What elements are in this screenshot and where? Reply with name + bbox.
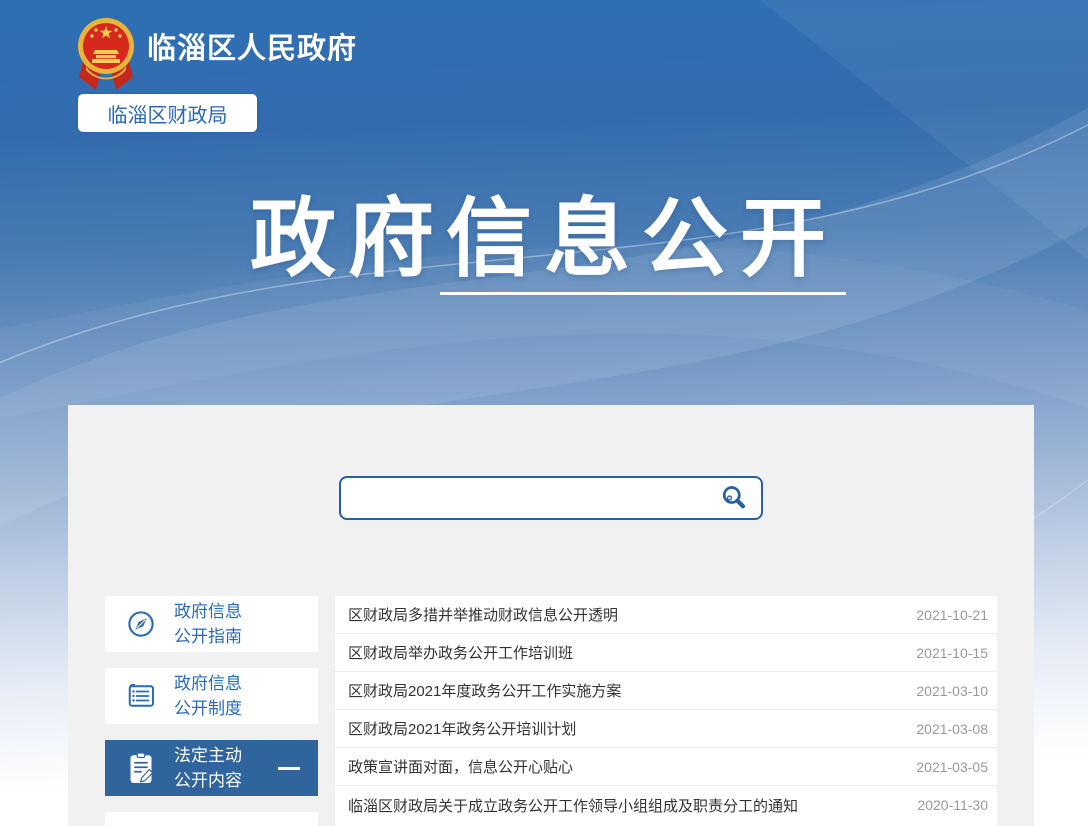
search-box[interactable] <box>339 476 763 520</box>
news-date: 2020-11-30 <box>917 797 988 813</box>
main-content: 政府信息 公开指南 政府信息 公开制度 法定主动 公开内容 区财政局多措并举推动… <box>68 596 1034 826</box>
search-icon <box>722 486 746 509</box>
news-title: 区财政局2021年度政务公开工作实施方案 <box>348 683 622 700</box>
page-title: 政府信息公开 <box>250 191 838 287</box>
news-row[interactable]: 政策宣讲面对面，信息公开心贴心 2021-03-05 <box>335 748 997 786</box>
sidebar-item-label: 法定主动 公开内容 <box>174 746 242 790</box>
national-emblem-icon <box>78 18 134 90</box>
rulebook-icon <box>128 683 154 707</box>
clipboard-icon <box>130 752 154 783</box>
news-list: 区财政局多措并举推动财政信息公开透明 2021-10-21 区财政局举办政务公开… <box>335 596 997 826</box>
news-row[interactable]: 区财政局举办政务公开工作培训班 2021-10-15 <box>335 634 997 672</box>
news-title: 区财政局举办政务公开工作培训班 <box>348 645 574 662</box>
collapse-minus-icon[interactable] <box>278 767 300 770</box>
news-date: 2021-10-15 <box>916 644 988 661</box>
sidebar-item-label: 政府信息 公开制度 <box>174 674 242 718</box>
sidebar-item-statutory-disclosure[interactable]: 法定主动 公开内容 <box>105 740 318 796</box>
sidebar-nav: 政府信息 公开指南 政府信息 公开制度 法定主动 公开内容 <box>105 596 318 826</box>
news-date: 2021-10-21 <box>916 606 988 623</box>
department-name: 临淄区财政局 <box>107 104 228 127</box>
news-date: 2021-03-10 <box>916 682 988 699</box>
sidebar-item-disclosure-guide[interactable]: 政府信息 公开指南 <box>105 596 318 652</box>
title-underline <box>440 292 846 295</box>
content-panel: 政府信息 公开指南 政府信息 公开制度 法定主动 公开内容 区财政局多措并举推动… <box>68 405 1034 826</box>
search-input[interactable] <box>355 478 717 518</box>
news-title: 区财政局2021年政务公开培训计划 <box>348 721 577 738</box>
news-title: 临淄区财政局关于成立政务公开工作领导小组组成及职责分工的通知 <box>348 797 799 815</box>
news-row[interactable]: 临淄区财政局关于成立政务公开工作领导小组组成及职责分工的通知 2020-11-3… <box>335 786 997 824</box>
sidebar-item-label: 政府信息 公开指南 <box>174 602 242 646</box>
department-badge[interactable]: 临淄区财政局 <box>78 94 257 132</box>
sidebar-item-disclosure-system[interactable]: 政府信息 公开制度 <box>105 668 318 724</box>
compass-icon <box>128 611 154 637</box>
news-date: 2021-03-05 <box>916 758 988 775</box>
news-row[interactable]: 区财政局2021年度政务公开工作实施方案 2021-03-10 <box>335 672 997 710</box>
site-name: 临淄区人民政府 <box>147 33 358 65</box>
site-header: 临淄区人民政府 <box>75 14 357 92</box>
hero-section: 政府信息公开 <box>0 191 1088 295</box>
news-title: 区财政局多措并举推动财政信息公开透明 <box>348 607 619 624</box>
news-date: 2021-03-08 <box>916 720 988 737</box>
news-title: 政策宣讲面对面，信息公开心贴心 <box>348 759 574 776</box>
news-row[interactable]: 区财政局2021年政务公开培训计划 2021-03-08 <box>335 710 997 748</box>
news-row[interactable]: 区财政局多措并举推动财政信息公开透明 2021-10-21 <box>335 596 997 634</box>
search-button[interactable] <box>717 481 751 515</box>
sidebar-subitem-org-functions[interactable]: 机构职能 <box>105 812 318 826</box>
